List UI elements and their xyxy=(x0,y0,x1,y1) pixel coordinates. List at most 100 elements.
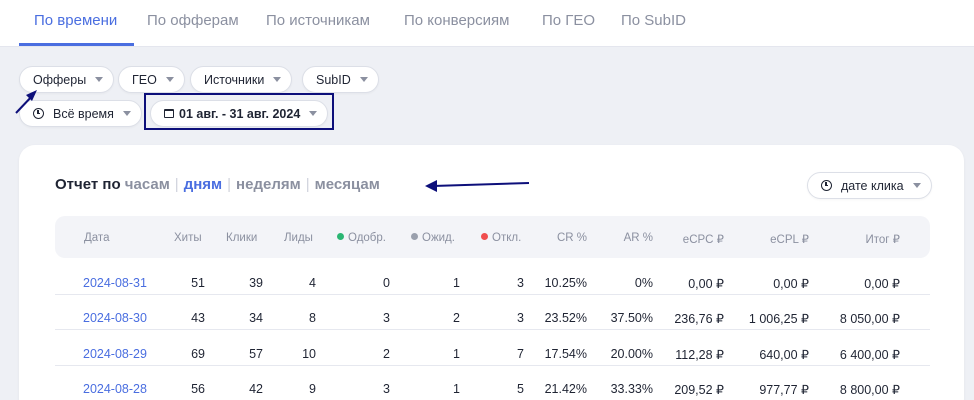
sort-by-select[interactable]: дате клика xyxy=(807,172,932,199)
column-header-hits[interactable]: Хиты xyxy=(174,232,202,244)
clicks-cell: 57 xyxy=(249,347,263,361)
rejected-label: Откл. xyxy=(492,232,522,244)
total-cell: 8 050,00 ₽ xyxy=(839,312,900,326)
annotation-arrow-up-icon xyxy=(15,90,37,114)
column-header-ecpl[interactable]: eCPL ₽ xyxy=(770,232,809,246)
chevron-down-icon xyxy=(912,183,921,188)
column-header-date[interactable]: Дата xyxy=(84,232,109,244)
leads-cell: 10 xyxy=(302,347,316,361)
hits-cell: 43 xyxy=(191,311,205,325)
approved-cell: 3 xyxy=(383,311,390,325)
ecpc-cell: 236,76 ₽ xyxy=(674,312,724,326)
active-tab-indicator xyxy=(19,43,134,46)
approved-status-dot-icon xyxy=(337,233,344,240)
ar-cell: 33.33% xyxy=(610,382,653,396)
clicks-cell: 42 xyxy=(249,382,263,396)
sort-by-label: дате клика xyxy=(841,178,904,193)
hits-cell: 56 xyxy=(191,382,205,396)
tab-bar: По времени По офферам По источникам По к… xyxy=(0,0,974,47)
total-cell: 8 800,00 ₽ xyxy=(839,383,900,397)
approved-cell: 0 xyxy=(383,276,390,290)
report-heading: Отчет по часам | дням | неделям | месяцам xyxy=(55,176,380,193)
subid-filter-label: SubID xyxy=(316,72,351,87)
date-link[interactable]: 2024-08-31 xyxy=(83,276,147,290)
date-link[interactable]: 2024-08-29 xyxy=(83,347,147,361)
time-range-label: Всё время xyxy=(53,106,114,121)
total-cell: 0,00 ₽ xyxy=(864,277,900,291)
period-weeks[interactable]: неделям xyxy=(236,176,301,193)
pending-cell: 1 xyxy=(453,347,460,361)
ecpl-cell: 0,00 ₽ xyxy=(773,277,809,291)
column-header-ecpc[interactable]: eCPC ₽ xyxy=(683,232,724,246)
annotation-arrow-left-icon xyxy=(425,180,530,192)
sources-filter-label: Источники xyxy=(204,72,265,87)
rejected-cell: 5 xyxy=(517,382,524,396)
period-months[interactable]: месяцам xyxy=(315,176,380,193)
leads-cell: 9 xyxy=(309,382,316,396)
divider: | xyxy=(305,176,310,193)
cr-cell: 10.25% xyxy=(544,276,587,290)
tab-by-subid[interactable]: По SubID xyxy=(621,12,686,29)
ecpc-cell: 0,00 ₽ xyxy=(688,277,724,291)
leads-cell: 4 xyxy=(309,276,316,290)
chevron-down-icon xyxy=(122,111,131,116)
cr-cell: 17.54% xyxy=(544,347,587,361)
column-header-rejected[interactable]: Откл. xyxy=(481,232,521,244)
pending-label: Ожид. xyxy=(422,232,455,244)
chevron-down-icon xyxy=(95,77,104,82)
geo-filter-label: ГЕО xyxy=(132,72,157,87)
ar-cell: 0% xyxy=(634,276,653,290)
ecpl-cell: 1 006,25 ₽ xyxy=(748,312,809,326)
column-header-total[interactable]: Итог ₽ xyxy=(865,232,900,246)
column-header-clicks[interactable]: Клики xyxy=(226,232,257,244)
divider: | xyxy=(227,176,232,193)
row-divider xyxy=(55,365,930,366)
pending-cell: 1 xyxy=(453,276,460,290)
cr-cell: 23.52% xyxy=(544,311,587,325)
subid-filter-button[interactable]: SubID xyxy=(302,66,379,93)
period-days[interactable]: дням xyxy=(184,176,222,193)
cr-cell: 21.42% xyxy=(544,382,587,396)
date-link[interactable]: 2024-08-28 xyxy=(83,382,147,396)
ar-cell: 37.50% xyxy=(610,311,653,325)
ecpl-cell: 977,77 ₽ xyxy=(759,383,809,397)
tab-by-offers[interactable]: По офферам xyxy=(147,12,239,29)
report-title: Отчет по xyxy=(55,176,121,193)
clicks-cell: 39 xyxy=(249,276,263,290)
pending-cell: 2 xyxy=(453,311,460,325)
offers-filter-label: Офферы xyxy=(33,72,87,87)
tab-by-conversions[interactable]: По конверсиям xyxy=(404,12,509,29)
column-header-approved[interactable]: Одобр. xyxy=(337,232,386,244)
ar-cell: 20.00% xyxy=(610,347,653,361)
date-link[interactable]: 2024-08-30 xyxy=(83,311,147,325)
ecpc-cell: 209,52 ₽ xyxy=(674,383,724,397)
approved-cell: 2 xyxy=(383,347,390,361)
column-header-ar[interactable]: AR % xyxy=(624,232,653,244)
clock-icon xyxy=(821,180,832,191)
tab-by-time[interactable]: По времени xyxy=(34,12,117,29)
column-header-cr[interactable]: CR % xyxy=(557,232,587,244)
total-cell: 6 400,00 ₽ xyxy=(839,348,900,362)
ecpl-cell: 640,00 ₽ xyxy=(759,348,809,362)
column-header-leads[interactable]: Лиды xyxy=(284,232,313,244)
period-hours[interactable]: часам xyxy=(125,176,170,193)
tab-by-geo[interactable]: По ГЕО xyxy=(542,12,595,29)
tab-by-sources[interactable]: По источникам xyxy=(266,12,370,29)
rejected-cell: 7 xyxy=(517,347,524,361)
clicks-cell: 34 xyxy=(249,311,263,325)
chevron-down-icon xyxy=(359,77,368,82)
divider: | xyxy=(174,176,179,193)
column-header-pending[interactable]: Ожид. xyxy=(411,232,455,244)
rejected-cell: 3 xyxy=(517,276,524,290)
row-divider xyxy=(55,329,930,330)
sources-filter-button[interactable]: Источники xyxy=(190,66,293,93)
rejected-status-dot-icon xyxy=(481,233,488,240)
chevron-down-icon xyxy=(273,77,282,82)
leads-cell: 8 xyxy=(309,311,316,325)
hits-cell: 51 xyxy=(191,276,205,290)
chevron-down-icon xyxy=(165,77,174,82)
pending-status-dot-icon xyxy=(411,233,418,240)
geo-filter-button[interactable]: ГЕО xyxy=(118,66,185,93)
approved-label: Одобр. xyxy=(348,232,386,244)
approved-cell: 3 xyxy=(383,382,390,396)
